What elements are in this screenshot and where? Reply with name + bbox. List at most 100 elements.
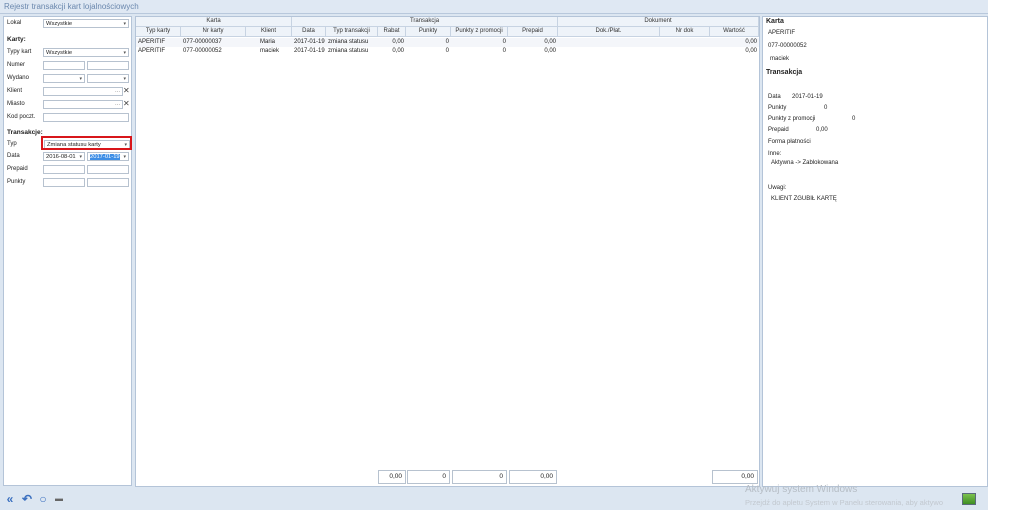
punkty-label: Punkty [7, 179, 26, 185]
klient-input[interactable]: ··· [43, 87, 123, 96]
chevron-down-icon: ▾ [123, 50, 126, 56]
lokal-value: Wszystkie [46, 21, 73, 27]
filter-klient: Klient ··· ✕ [4, 86, 133, 97]
punkty-to-input[interactable] [87, 178, 129, 187]
col-wartosc[interactable]: Wartość [710, 27, 759, 37]
col-klient[interactable]: Klient [246, 27, 292, 37]
detail-data-label: Data [768, 94, 781, 100]
data-from-date[interactable]: 2016-08-01 ▾ [43, 152, 85, 161]
lokal-select[interactable]: Wszystkie ▾ [43, 19, 129, 28]
cell-rabat: 0,00 [392, 48, 404, 54]
numer-from-input[interactable] [43, 61, 85, 70]
cell-punkty-z-promocji: 0 [502, 39, 506, 45]
cell-dok-plat [558, 47, 660, 56]
cell-prepaid: 0,00 [544, 39, 556, 45]
data-to-date[interactable]: 2017-01-19 ▾ [87, 152, 129, 161]
klient-label: Klient [7, 88, 23, 94]
chevron-down-icon: ▾ [123, 21, 126, 27]
clear-klient-icon[interactable]: ✕ [123, 86, 130, 95]
typy-kart-select[interactable]: Wszystkie ▾ [43, 48, 129, 57]
windows-activation-watermark-title: Aktywuj system Windows [745, 484, 858, 495]
detail-client: maciek [770, 56, 790, 62]
transakcja-heading: Transakcja [766, 69, 803, 76]
undo-button[interactable]: ↶ [20, 492, 34, 506]
kod-label: Kod poczt. [7, 114, 36, 120]
cell-klient: Maria [260, 39, 276, 45]
chevron-down-icon: ▾ [123, 154, 126, 160]
ellipsis-icon: ··· [115, 102, 120, 108]
lokal-label: Lokal [7, 20, 22, 26]
chevron-down-icon: ▾ [79, 76, 82, 82]
transakcje-section-heading: Transakcje: [7, 129, 43, 136]
filter-typy-kart: Typy kart Wszystkie ▾ [4, 48, 133, 58]
col-dok-plat[interactable]: Dok./Płat. [558, 27, 660, 37]
network-tray-icon[interactable] [962, 493, 976, 505]
detail-data-value: 2017-01-19 [792, 94, 823, 100]
detail-card-number: 077-00000052 [768, 43, 807, 49]
cell-nr-dok [660, 38, 710, 47]
miasto-label: Miasto [7, 101, 25, 107]
col-prepaid[interactable]: Prepaid [508, 27, 558, 37]
wydano-to-date[interactable]: ▾ [87, 74, 129, 83]
cell-wartosc: 0,00 [745, 48, 757, 54]
typ-highlight-box [41, 136, 132, 150]
cell-nr-karty: 077-00000052 [183, 48, 222, 54]
filter-data: Data 2016-08-01 ▾ 2017-01-19 ▾ [4, 152, 133, 162]
cell-typ-transakcji: zmiana statusu [328, 48, 369, 54]
group-transakcja: Transakcja [292, 17, 558, 27]
filter-lokal: Lokal Wszystkie ▾ [4, 19, 133, 29]
numer-to-input[interactable] [87, 61, 129, 70]
filter-kod: Kod poczt. [4, 113, 133, 123]
cell-klient: maciek [260, 48, 280, 54]
group-karta: Karta [136, 17, 292, 27]
col-punkty-z-promocji[interactable]: Punkty z promocji [451, 27, 508, 37]
filter-prepaid: Prepaid [4, 165, 133, 175]
typy-kart-value: Wszystkie [46, 50, 73, 56]
total-prepaid: 0,00 [509, 470, 557, 484]
typ-label: Typ [7, 141, 17, 147]
punkty-from-input[interactable] [43, 178, 85, 187]
cell-nr-karty: 077-00000037 [183, 39, 222, 45]
print-button[interactable]: ▬ [52, 492, 66, 506]
filter-miasto: Miasto ··· ✕ [4, 99, 133, 110]
col-typ-karty[interactable]: Typ karty [136, 27, 181, 37]
numer-label: Numer [7, 62, 26, 68]
col-data[interactable]: Data [292, 27, 326, 37]
prepaid-to-input[interactable] [87, 165, 129, 174]
title-bar: Rejestr transakcji kart lojalnościowych [0, 0, 988, 14]
typy-kart-label: Typy kart [7, 49, 32, 55]
col-rabat[interactable]: Rabat [378, 27, 406, 37]
table-row[interactable]: APERITIF 077-00000037 Maria 2017-01-19 z… [136, 38, 759, 47]
detail-panel: Karta APERITIF 077-00000052 maciek Trans… [762, 16, 988, 487]
prepaid-from-input[interactable] [43, 165, 85, 174]
cell-data: 2017-01-19 [294, 39, 325, 45]
col-punkty[interactable]: Punkty [406, 27, 451, 37]
karta-heading: Karta [766, 18, 784, 25]
window-title: Rejestr transakcji kart lojalnościowych [4, 2, 139, 11]
ellipsis-icon: ··· [115, 89, 120, 95]
grid-column-header: Typ karty Nr karty Klient Data Typ trans… [136, 27, 759, 37]
refresh-button[interactable]: ○ [36, 492, 50, 506]
clear-miasto-icon[interactable]: ✕ [123, 99, 130, 108]
cell-prepaid: 0,00 [544, 48, 556, 54]
cell-typ-karty: APERITIF [138, 48, 166, 54]
back-button[interactable]: « [3, 492, 17, 506]
filter-numer: Numer [4, 61, 133, 71]
detail-punkty-promo-label: Punkty z promocji [768, 116, 816, 122]
prepaid-label: Prepaid [7, 166, 28, 172]
miasto-input[interactable]: ··· [43, 100, 123, 109]
col-nr-karty[interactable]: Nr karty [181, 27, 246, 37]
printer-icon: ▬ [55, 494, 63, 503]
cell-punkty: 0 [445, 48, 449, 54]
table-row[interactable]: APERITIF 077-00000052 maciek 2017-01-19 … [136, 47, 759, 56]
col-typ-transakcji[interactable]: Typ transakcji [326, 27, 378, 37]
detail-inne-label: Inne: [768, 151, 782, 157]
wydano-from-date[interactable]: ▾ [43, 74, 85, 83]
col-nr-dok[interactable]: Nr dok [660, 27, 710, 37]
kod-input[interactable] [43, 113, 129, 122]
total-wartosc: 0,00 [712, 470, 758, 484]
cell-wartosc: 0,00 [745, 39, 757, 45]
detail-punkty-label: Punkty [768, 105, 787, 111]
cell-nr-dok [660, 47, 710, 56]
wydano-label: Wydano [7, 75, 29, 81]
